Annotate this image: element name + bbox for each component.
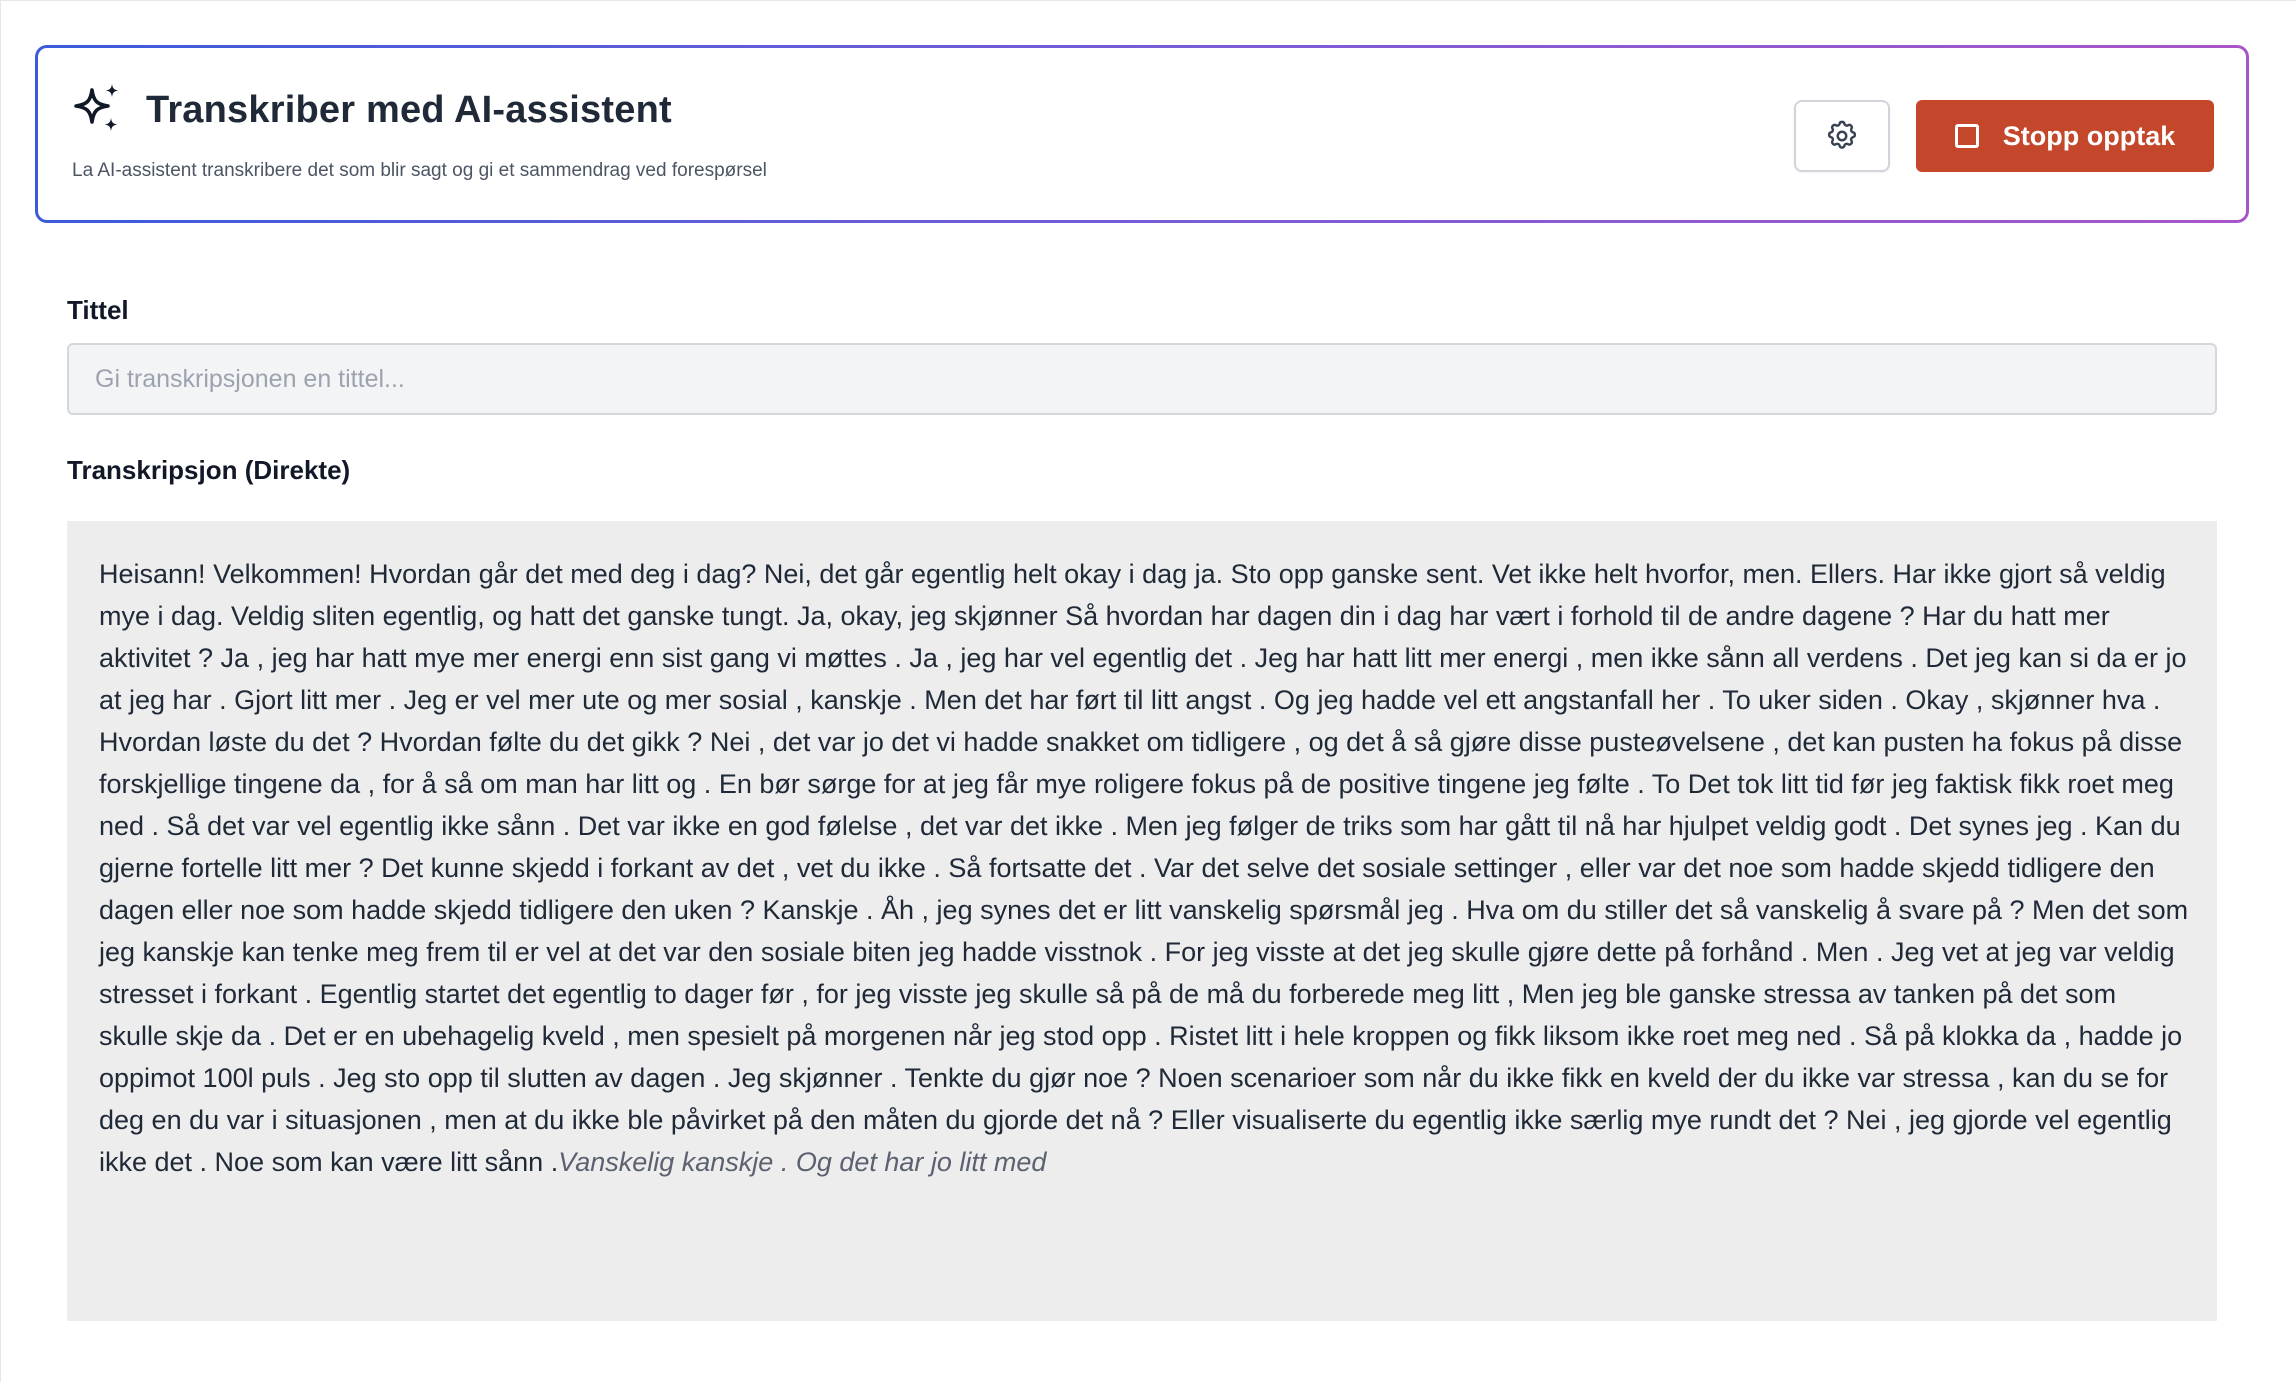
transcript-interim-text: Vanskelig kanskje . Og det har jo litt m…	[558, 1147, 1047, 1177]
stop-recording-label: Stopp opptak	[2002, 120, 2176, 151]
transcript-label: Transkripsjon (Direkte)	[67, 455, 351, 485]
stop-recording-button[interactable]: Stopp opptak	[1916, 100, 2214, 172]
transcription-panel: Transkriber med AI-assistent La AI-assis…	[0, 0, 2296, 1382]
stop-icon	[1954, 124, 1979, 148]
title-input[interactable]	[67, 343, 2217, 415]
sparkles-icon	[70, 82, 126, 138]
title-field-label: Tittel	[67, 295, 129, 325]
transcript-final-text: Heisann! Velkommen! Hvordan går det med …	[99, 559, 2189, 1177]
page-subtitle: La AI-assistent transkribere det som bli…	[72, 160, 767, 181]
transcript-text: Heisann! Velkommen! Hvordan går det med …	[99, 553, 2189, 1183]
header-card: Transkriber med AI-assistent La AI-assis…	[35, 45, 2249, 223]
gear-icon	[1825, 119, 1859, 153]
page-title: Transkriber med AI-assistent	[146, 88, 672, 131]
header-card-inner: Transkriber med AI-assistent La AI-assis…	[38, 48, 2246, 220]
transcript-area[interactable]: Heisann! Velkommen! Hvordan går det med …	[67, 521, 2217, 1321]
settings-button[interactable]	[1794, 100, 1890, 172]
header-title-row: Transkriber med AI-assistent	[70, 82, 672, 138]
